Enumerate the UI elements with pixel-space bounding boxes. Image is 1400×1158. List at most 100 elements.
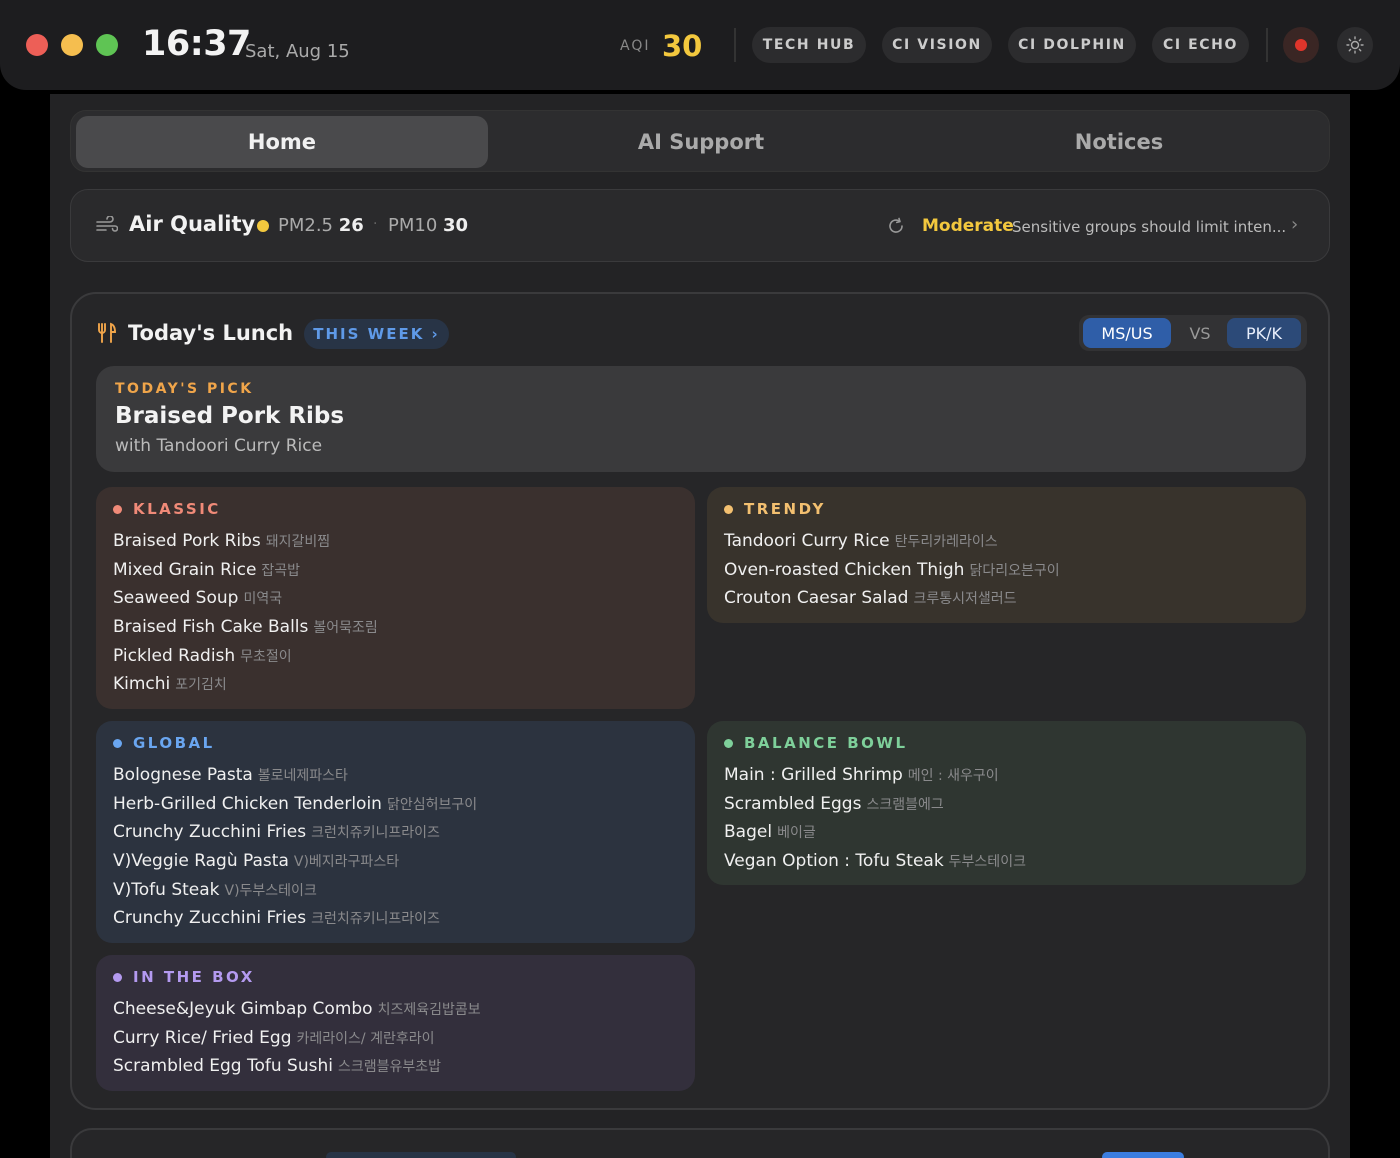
air-quality-title: Air Quality <box>129 212 256 236</box>
tab-bar: Home AI Support Notices <box>70 110 1330 172</box>
menu-item-korean: 치즈제육김밥콤보 <box>377 1002 481 1018</box>
menu-item: Crunchy Zucchini Fries 크런치쥬키니프라이즈 <box>113 904 477 933</box>
toggle-ms-us[interactable]: MS/US <box>1083 318 1171 348</box>
menu-item-name: V)Tofu Steak <box>113 879 220 900</box>
menu-item-name: Oven-roasted Chicken Thigh <box>724 559 965 580</box>
todays-pick-label: TODAY'S PICK <box>115 381 254 397</box>
window-minimize-button[interactable] <box>61 34 83 56</box>
menu-item-name: Vegan Option : Tofu Steak <box>724 851 944 872</box>
tab-notices[interactable]: Notices <box>913 116 1325 168</box>
peek-toggle <box>1102 1152 1184 1158</box>
menu-item: Cheese&Jeyuk Gimbap Combo 치즈제육김밥콤보 <box>113 995 481 1024</box>
todays-pick-sub: with Tandoori Curry Rice <box>115 436 323 456</box>
menu-item-korean: 닭다리오븐구이 <box>969 562 1060 579</box>
menu-item: Scrambled Egg Tofu Sushi 스크램블유부초밥 <box>113 1052 481 1081</box>
menu-item: Oven-roasted Chicken Thigh 닭다리오븐구이 <box>724 556 1060 585</box>
fork-knife-icon <box>98 322 116 343</box>
menu-item: Crouton Caesar Salad 크루통시저샐러드 <box>724 584 1060 613</box>
tab-home[interactable]: Home <box>76 116 488 168</box>
menu-item: Kimchi 포기김치 <box>113 670 378 699</box>
refresh-icon[interactable] <box>887 217 905 235</box>
menu-item-korean: 두부스테이크 <box>948 854 1026 871</box>
menu-item-name: Scrambled Egg Tofu Sushi <box>113 1056 333 1077</box>
menu-card-title: BALANCE BOWL <box>724 734 908 752</box>
this-week-button[interactable]: THIS WEEK › <box>304 319 449 349</box>
menu-item-korean: 크런치쥬키니프라이즈 <box>311 825 440 842</box>
pm25-reading: PM2.5 26 <box>278 215 364 236</box>
menu-item: Seaweed Soup 미역국 <box>113 584 378 613</box>
menu-item-name: Bagel <box>724 822 773 843</box>
menu-card-trendy[interactable]: TRENDY Tandoori Curry Rice 탄두리카레라이스 Oven-r… <box>707 487 1306 623</box>
wind-icon <box>96 216 118 232</box>
menu-item-name: Crouton Caesar Salad <box>724 588 909 609</box>
divider <box>734 28 736 62</box>
nav-ci-dolphin[interactable]: CI DOLPHIN <box>1008 27 1136 63</box>
theme-toggle-button[interactable] <box>1337 27 1373 63</box>
record-icon <box>1295 39 1307 51</box>
menu-item-korean: 포기김치 <box>175 677 227 694</box>
nav-tech-hub[interactable]: TECH HUB <box>752 27 866 63</box>
menu-card-title: TRENDY <box>724 500 826 518</box>
air-quality-bar[interactable]: Air Quality PM2.5 26 · PM10 30 Moderate … <box>70 189 1330 262</box>
menu-item: Braised Fish Cake Balls 볼어묵조림 <box>113 613 378 642</box>
todays-pick-card[interactable]: TODAY'S PICK Braised Pork Ribs with Tand… <box>96 366 1306 472</box>
top-bar: 16:37 Sat, Aug 15 AQI 30 TECH HUB CI VIS… <box>0 0 1400 90</box>
tab-ai-support[interactable]: AI Support <box>495 116 907 168</box>
record-button[interactable] <box>1283 27 1319 63</box>
lunch-section: Today's Lunch THIS WEEK › MS/US VS PK/K … <box>70 292 1330 1110</box>
menu-item-korean: 잡곡밥 <box>261 562 301 579</box>
nav-ci-echo[interactable]: CI ECHO <box>1152 27 1249 63</box>
menu-item: Curry Rice/ Fried Egg 카레라이스/ 계란후라이 <box>113 1024 481 1053</box>
menu-item: Bagel 베이글 <box>724 818 1026 847</box>
menu-item-korean: 크런치쥬키니프라이즈 <box>311 911 440 928</box>
peek-pill <box>326 1152 516 1158</box>
menu-item: Bolognese Pasta 볼로네제파스타 <box>113 761 477 790</box>
chevron-right-icon[interactable]: › <box>1291 214 1298 235</box>
window-close-button[interactable] <box>26 34 48 56</box>
nav-ci-vision[interactable]: CI VISION <box>882 27 992 63</box>
menu-item-korean: 볼어묵조림 <box>313 620 378 637</box>
menu-item-korean: 미역국 <box>243 591 283 608</box>
menu-item: Mixed Grain Rice 잡곡밥 <box>113 556 378 585</box>
air-status-label: Moderate <box>922 216 1014 236</box>
menu-item-korean: 베이글 <box>777 825 816 842</box>
lunch-title: Today's Lunch <box>128 321 294 345</box>
menu-item: Herb-Grilled Chicken Tenderloin 닭안심허브구이 <box>113 790 477 819</box>
air-status-dot <box>257 220 269 232</box>
menu-item: Tandoori Curry Rice 탄두리카레라이스 <box>724 527 1060 556</box>
menu-item-korean: 크루통시저샐러드 <box>913 591 1017 608</box>
menu-item: Main : Grilled Shrimp 메인 : 새우구이 <box>724 761 1026 790</box>
sun-icon <box>1346 36 1364 54</box>
aqi-label: AQI <box>620 38 651 54</box>
toggle-pk-k[interactable]: PK/K <box>1227 318 1301 348</box>
menu-card-in-the-box[interactable]: IN THE BOX Cheese&Jeyuk Gimbap Combo 치즈제육… <box>96 955 695 1091</box>
menu-card-title: IN THE BOX <box>113 968 255 986</box>
next-section-peek <box>70 1128 1330 1158</box>
menu-card-global[interactable]: GLOBAL Bolognese Pasta 볼로네제파스타 Herb-Grille… <box>96 721 695 943</box>
menu-item-name: Scrambled Eggs <box>724 793 862 814</box>
menu-item-name: Curry Rice/ Fried Egg <box>113 1027 292 1048</box>
menu-card-klassic[interactable]: KLASSIC Braised Pork Ribs 돼지갈비찜 Mixed Grai… <box>96 487 695 709</box>
menu-item: Vegan Option : Tofu Steak 두부스테이크 <box>724 847 1026 876</box>
menu-item-korean: 돼지갈비찜 <box>265 534 331 550</box>
menu-item-korean: V)두부스테이크 <box>224 882 317 899</box>
menu-item-name: Pickled Radish <box>113 645 236 666</box>
menu-item-korean: 닭안심허브구이 <box>386 796 478 813</box>
aqi-value: 30 <box>662 29 703 63</box>
menu-item-name: Braised Fish Cake Balls <box>113 617 309 638</box>
menu-item-name: Crunchy Zucchini Fries <box>113 908 307 929</box>
menu-item-name: Herb-Grilled Chicken Tenderloin <box>113 793 382 814</box>
window-maximize-button[interactable] <box>96 34 118 56</box>
menu-card-balance-bowl[interactable]: BALANCE BOWL Main : Grilled Shrimp 메인 : 새… <box>707 721 1306 885</box>
menu-item-name: Braised Pork Ribs <box>113 531 261 551</box>
menu-item-korean: 메인 : 새우구이 <box>907 768 999 784</box>
clock-date: Sat, Aug 15 <box>245 41 350 62</box>
menu-card-title: GLOBAL <box>113 734 215 752</box>
menu-item-name: Cheese&Jeyuk Gimbap Combo <box>113 999 373 1019</box>
menu-item: Scrambled Eggs 스크램블에그 <box>724 790 1026 819</box>
menu-item-name: Crunchy Zucchini Fries <box>113 822 307 843</box>
menu-item-name: Main : Grilled Shrimp <box>724 765 903 785</box>
menu-item-korean: V)베지라구파스타 <box>293 854 400 871</box>
todays-pick-name: Braised Pork Ribs <box>115 403 345 429</box>
menu-item-korean: 무초절이 <box>240 648 292 665</box>
